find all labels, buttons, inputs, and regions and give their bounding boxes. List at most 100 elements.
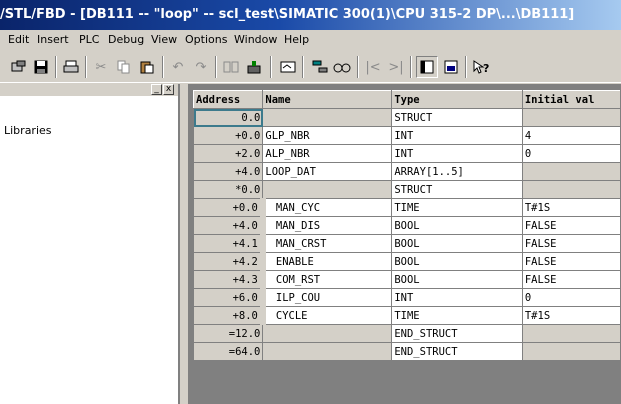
table-row[interactable]: =64.0 END_STRUCT [192,342,621,361]
redo-icon[interactable]: ↷ [190,56,212,78]
table-row[interactable]: +6.0 ILP_COU INT 0 [192,288,621,307]
initial-value-cell[interactable] [521,162,621,181]
initial-value-cell[interactable]: 0 [521,144,621,163]
glasses-icon[interactable] [331,56,353,78]
type-cell[interactable]: STRUCT [391,180,523,199]
type-cell[interactable]: TIME [391,306,523,325]
name-cell[interactable]: ILP_COU [259,288,393,307]
name-cell[interactable]: CYCLE [259,306,393,325]
type-cell[interactable]: BOOL [391,234,523,253]
name-cell[interactable]: MAN_CRST [259,234,393,253]
menu-edit[interactable]: Edit [8,33,29,46]
initial-value-cell[interactable] [521,324,621,343]
menu-view[interactable]: View [151,33,177,46]
table-row[interactable]: +2.0 ALP_NBR INT 0 [192,144,621,163]
table-row[interactable]: +4.3 COM_RST BOOL FALSE [192,270,621,289]
name-cell[interactable]: COM_RST [259,270,393,289]
name-cell[interactable]: ALP_NBR [262,144,393,163]
open-icon[interactable] [8,56,30,78]
help-icon[interactable]: ? [470,56,492,78]
table-row[interactable]: +0.0 MAN_CYC TIME T#1S [192,198,621,217]
table-row[interactable]: =12.0 END_STRUCT [192,324,621,343]
table-row[interactable]: +4.1 MAN_CRST BOOL FALSE [192,234,621,253]
table-row[interactable]: *0.0 STRUCT [192,180,621,199]
name-cell[interactable]: MAN_CYC [259,198,393,217]
column-header-type[interactable]: Type [391,90,523,109]
name-cell[interactable]: MAN_DIS [259,216,393,235]
name-cell[interactable]: GLP_NBR [262,126,393,145]
type-cell[interactable]: INT [391,126,523,145]
initial-value-cell[interactable]: 4 [521,126,621,145]
download-icon[interactable] [243,56,265,78]
initial-value-cell[interactable]: FALSE [521,216,621,235]
menu-options[interactable]: Options [185,33,227,46]
type-cell[interactable]: STRUCT [391,108,523,127]
overview-icon[interactable] [416,56,438,78]
copy-icon[interactable] [113,56,135,78]
type-cell[interactable]: TIME [391,198,523,217]
address-cell: +4.3 [192,270,264,289]
monitor-icon[interactable] [277,56,299,78]
compile-icon[interactable] [220,56,242,78]
paste-icon[interactable] [136,56,158,78]
name-cell[interactable] [262,342,393,361]
first-icon[interactable]: |< [362,56,384,78]
name-text: ILP_COU [275,291,321,304]
type-cell[interactable]: INT [391,144,523,163]
initial-value-cell[interactable]: 0 [521,288,621,307]
column-header-name[interactable]: Name [262,90,393,109]
name-cell[interactable] [262,180,393,199]
type-cell[interactable]: END_STRUCT [391,324,523,343]
type-cell[interactable]: BOOL [391,252,523,271]
name-cell[interactable] [262,108,393,127]
initial-value-cell[interactable]: T#1S [521,306,621,325]
initial-value-cell[interactable] [521,108,621,127]
name-text: ALP_NBR [265,147,310,160]
address-cell: =64.0 [192,342,264,361]
type-cell[interactable]: INT [391,288,523,307]
toolbar-separator [270,56,272,78]
minimize-pane-icon[interactable]: _ [151,84,162,95]
address-cell: =12.0 [192,324,264,343]
undo-icon[interactable]: ↶ [167,56,189,78]
last-icon[interactable]: >| [385,56,407,78]
table-row[interactable]: +4.0 MAN_DIS BOOL FALSE [192,216,621,235]
save-icon[interactable] [30,56,52,78]
menu-insert[interactable]: Insert [37,33,69,46]
type-cell[interactable]: END_STRUCT [391,342,523,361]
address-cell: +4.1 [192,234,264,253]
close-pane-icon[interactable]: x [163,84,174,95]
menu-window[interactable]: Window [234,33,277,46]
column-header-initial-value[interactable]: Initial val [521,90,621,109]
initial-value-cell[interactable]: T#1S [521,198,621,217]
toolbar: ✂ ↶ ↷ |< >| ? [0,52,621,83]
table-row[interactable]: +4.0 LOOP_DAT ARRAY[1..5] [192,162,621,181]
column-header-address[interactable]: Address [192,90,264,109]
type-cell[interactable]: ARRAY[1..5] [391,162,523,181]
menu-help[interactable]: Help [284,33,309,46]
type-cell[interactable]: BOOL [391,216,523,235]
name-cell[interactable]: LOOP_DAT [262,162,393,181]
pane-splitter[interactable] [180,84,188,404]
initial-value-cell[interactable] [521,180,621,199]
station-icon[interactable] [309,56,331,78]
initial-value-cell[interactable]: FALSE [521,270,621,289]
toolbar-separator [55,56,57,78]
initial-value-cell[interactable]: FALSE [521,252,621,271]
menu-debug[interactable]: Debug [108,33,144,46]
table-row[interactable]: +8.0 CYCLE TIME T#1S [192,306,621,325]
table-row[interactable]: +4.2 ENABLE BOOL FALSE [192,252,621,271]
type-cell[interactable]: BOOL [391,270,523,289]
libraries-tree-item[interactable]: Libraries [4,124,52,137]
toolbar-separator [215,56,217,78]
details-icon[interactable] [440,56,462,78]
name-cell[interactable] [262,324,393,343]
initial-value-cell[interactable]: FALSE [521,234,621,253]
table-row[interactable]: 0.0 STRUCT [192,108,621,127]
print-icon[interactable] [60,56,82,78]
cut-icon[interactable]: ✂ [90,56,112,78]
table-row[interactable]: +0.0 GLP_NBR INT 4 [192,126,621,145]
menu-plc[interactable]: PLC [79,33,99,46]
name-cell[interactable]: ENABLE [259,252,393,271]
initial-value-cell[interactable] [521,342,621,361]
